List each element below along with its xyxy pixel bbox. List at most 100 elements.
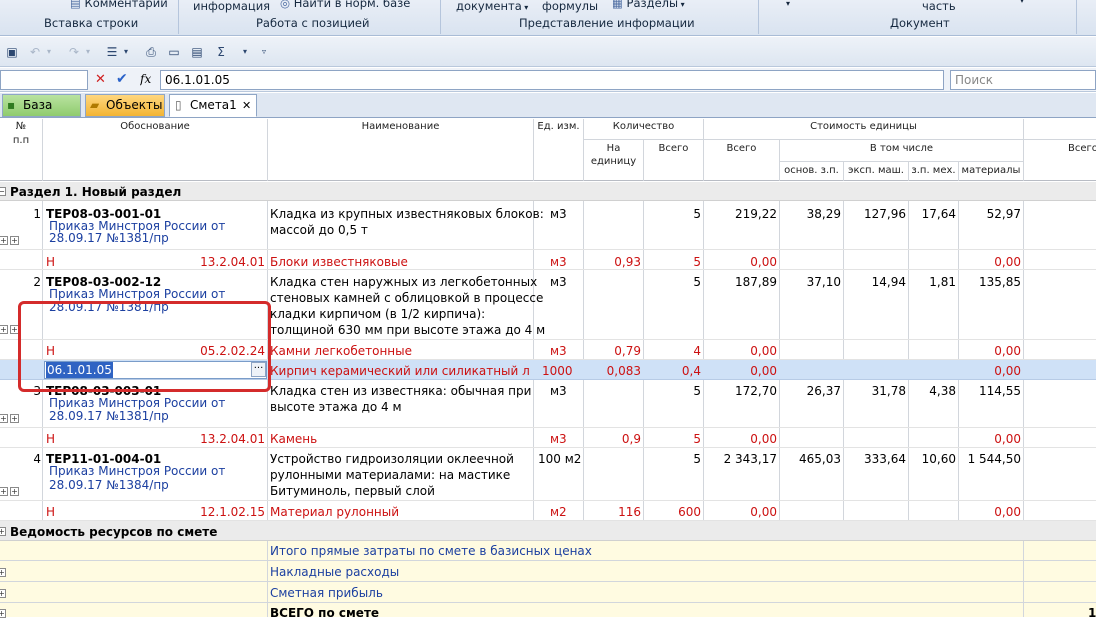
dropdown-arrow-icon[interactable]: ▾: [237, 44, 253, 60]
pos-icon[interactable]: ▤: [189, 44, 205, 60]
group-insert-row: Вставка строки: [44, 16, 139, 30]
resource-qty: 600: [678, 505, 701, 519]
tab-objects-label: Объекты: [106, 98, 163, 112]
col-machines[interactable]: эксп. маш.: [844, 165, 908, 176]
expand-icon[interactable]: +: [0, 487, 8, 496]
col-unit[interactable]: Ед. изм.: [534, 121, 583, 132]
tab-base[interactable]: ▪ База: [2, 94, 81, 117]
col-including[interactable]: В том числе: [780, 143, 1023, 154]
tab-base-label: База: [23, 98, 53, 112]
find-norm-label: Найти в норм. базе: [293, 0, 411, 10]
expand-icon[interactable]: +: [10, 414, 19, 423]
formula-input[interactable]: 06.1.01.05: [160, 70, 944, 90]
position-machines: 14,94: [871, 275, 906, 289]
summary-title: Ведомость ресурсов по смете: [10, 525, 218, 539]
col-num[interactable]: №: [0, 121, 42, 132]
resource-per-unit: 0,9: [621, 432, 641, 446]
dropdown-arrow-icon: ▾: [678, 0, 685, 9]
cancel-icon[interactable]: ✕: [95, 72, 106, 87]
expand-icon[interactable]: +: [0, 527, 6, 536]
section-title: Раздел 1. Новый раздел: [10, 185, 182, 199]
resource-total: 0,00: [750, 505, 777, 519]
expand-icon[interactable]: +: [0, 589, 6, 598]
cell-name-box[interactable]: [0, 70, 88, 90]
collapse-icon[interactable]: −: [0, 187, 6, 196]
col-qty-total[interactable]: Всего: [644, 143, 703, 154]
col-unit-cost[interactable]: Стоимость единицы: [704, 121, 1023, 132]
document-dropdown[interactable]: документа ▾: [456, 0, 528, 13]
ribbon-separator: [1076, 0, 1077, 34]
sum-icon[interactable]: Σ: [213, 44, 229, 60]
function-icon[interactable]: fx: [140, 72, 151, 86]
col-quantity[interactable]: Количество: [584, 121, 703, 132]
tab-estimate[interactable]: ▯ Смета1 ✕: [169, 94, 257, 117]
summary-overhead[interactable]: Накладные расходы: [270, 564, 399, 580]
folder-icon: ▰: [90, 98, 100, 112]
position-order-date: 28.09.17 №1381/пр: [49, 409, 169, 423]
resource-unit: 1000: [542, 364, 573, 378]
col-materials[interactable]: материалы: [959, 165, 1023, 176]
expand-icon[interactable]: +: [0, 325, 8, 334]
expand-icon[interactable]: +: [0, 236, 8, 245]
ribbon: ▤ Комментарии Вставка строки информация …: [0, 0, 1096, 36]
col-mech-salary[interactable]: з.п. мех.: [909, 165, 958, 176]
resource-total: 0,00: [750, 364, 777, 378]
part-button[interactable]: часть: [922, 0, 956, 13]
dropdown-arrow-icon[interactable]: ▾: [1020, 0, 1024, 5]
resource-name: Кирпич керамический или силикатный ли...: [270, 364, 530, 378]
resource-total: 0,00: [750, 344, 777, 358]
summary-profit[interactable]: Сметная прибыль: [270, 585, 383, 601]
sections-dropdown[interactable]: ▦ Разделы ▾: [612, 0, 685, 10]
expand-icon[interactable]: +: [10, 236, 19, 245]
find-norm-button[interactable]: ◎ Найти в норм. базе: [280, 0, 410, 10]
expand-icon[interactable]: +: [0, 568, 6, 577]
dropdown-arrow-icon[interactable]: ▾: [41, 44, 57, 60]
dropdown-arrow-icon[interactable]: ▾: [786, 0, 790, 8]
resource-flag: Н: [46, 505, 56, 519]
resource-qty: 4: [693, 344, 701, 358]
position-mech-salary: 1,81: [929, 275, 956, 289]
print-icon[interactable]: ⎙: [143, 44, 159, 60]
database-icon: ▪: [7, 98, 16, 112]
close-icon[interactable]: ✕: [242, 95, 251, 116]
position-order-date: 28.09.17 №1381/пр: [49, 231, 169, 245]
highlight-frame: [18, 301, 271, 392]
card-icon[interactable]: ▭: [166, 44, 182, 60]
position-unit: м3: [550, 275, 567, 289]
position-qty: 5: [693, 207, 701, 221]
resource-flag: Н: [46, 432, 56, 446]
resource-name: Материал рулонный: [270, 505, 400, 519]
summary-total[interactable]: ВСЕГО по смете: [270, 605, 379, 621]
col-per-unit[interactable]: На: [584, 143, 643, 154]
tab-objects[interactable]: ▰ Объекты: [85, 94, 165, 117]
expand-icon[interactable]: +: [0, 414, 8, 423]
comments-button[interactable]: ▤ Комментарии: [70, 0, 168, 10]
position-name: Устройство гидроизоляции оклеечной: [270, 452, 514, 466]
save-icon[interactable]: ▣: [4, 44, 20, 60]
col-grand-total[interactable]: Всего: [1068, 143, 1096, 154]
position-materials: 1 544,50: [967, 452, 1021, 466]
formulas-button[interactable]: формулы: [542, 0, 598, 13]
position-name: Кладка стен из известняка: обычная при: [270, 384, 532, 398]
position-name-4: толщиной 630 мм при высоте этажа до 4 м: [270, 323, 546, 337]
col-per-unit-2: единицу: [590, 156, 637, 167]
position-unit: м3: [550, 384, 567, 398]
search-input[interactable]: Поиск: [950, 70, 1096, 90]
resource-per-unit: 0,79: [614, 344, 641, 358]
col-basis[interactable]: Обоснование: [43, 121, 267, 132]
summary-direct-costs[interactable]: Итого прямые затраты по смете в базисных…: [270, 543, 592, 559]
resource-qty: 5: [693, 255, 701, 269]
dropdown-arrow-icon[interactable]: ▾: [118, 44, 134, 60]
dropdown-arrow-icon[interactable]: ▾: [80, 44, 96, 60]
position-name: Кладка стен наружных из легкобетонных: [270, 275, 538, 289]
customize-icon[interactable]: ▿: [256, 44, 272, 60]
resource-flag: Н: [46, 255, 56, 269]
col-name[interactable]: Наименование: [268, 121, 533, 132]
col-salary[interactable]: основ. з.п.: [780, 165, 843, 176]
document-icon: ▯: [175, 98, 182, 112]
expand-icon[interactable]: +: [10, 487, 19, 496]
info-button[interactable]: информация: [193, 0, 270, 13]
accept-icon[interactable]: ✔: [116, 71, 128, 87]
resource-materials: 0,00: [994, 432, 1021, 446]
col-total[interactable]: Всего: [704, 143, 779, 154]
